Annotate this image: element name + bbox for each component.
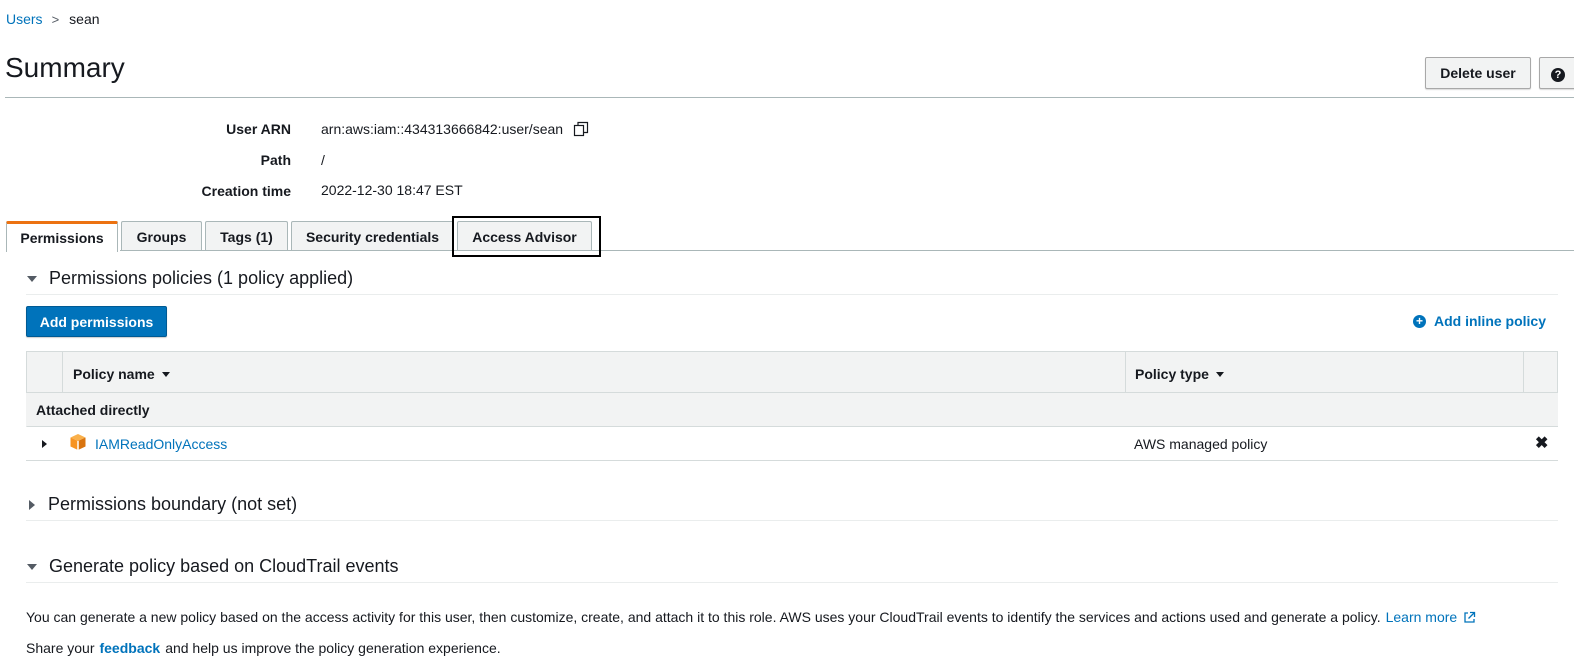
feedback-prefix: Share your: [26, 640, 95, 656]
column-divider: [1125, 352, 1126, 393]
tab-groups[interactable]: Groups: [121, 221, 202, 251]
add-permissions-button[interactable]: Add permissions: [26, 306, 167, 337]
external-link-icon[interactable]: [1463, 611, 1476, 624]
caret-down-icon: [27, 563, 37, 570]
help-icon: ?: [1551, 67, 1565, 82]
table-row: IAMReadOnlyAccess AWS managed policy ✖: [26, 427, 1558, 461]
learn-more-link[interactable]: Learn more: [1386, 609, 1458, 625]
feedback-link[interactable]: feedback: [99, 640, 160, 656]
access-advisor-highlight: [452, 216, 601, 257]
caret-right-icon: [29, 499, 35, 510]
column-policy-name[interactable]: Policy name: [73, 366, 170, 382]
user-arn-label: User ARN: [226, 121, 291, 137]
permissions-boundary-heading: Permissions boundary (not set): [48, 494, 298, 514]
caret-down-icon: [27, 275, 37, 282]
user-arn-value: arn:aws:iam::434313666842:user/sean: [321, 121, 564, 137]
feedback-suffix: and help us improve the policy generatio…: [165, 640, 501, 656]
remove-policy-icon[interactable]: ✖: [1535, 433, 1548, 453]
page-title: Summary: [5, 52, 125, 83]
tab-security-credentials[interactable]: Security credentials: [291, 221, 454, 251]
path-label: Path: [260, 152, 291, 168]
column-divider: [62, 352, 63, 393]
policy-name-link[interactable]: IAMReadOnlyAccess: [95, 436, 227, 452]
tab-permissions[interactable]: Permissions: [6, 221, 118, 252]
group-row-attached-directly: Attached directly: [26, 393, 1558, 427]
feedback-line: Share your feedback and help us improve …: [26, 640, 501, 656]
sort-caret-icon: [1215, 371, 1224, 377]
permissions-policies-heading: Permissions policies (1 policy applied): [49, 268, 354, 288]
section-divider: [26, 582, 1558, 583]
user-arn-row: arn:aws:iam::434313666842:user/sean: [321, 121, 589, 137]
plus-circle-icon: +: [1413, 314, 1426, 328]
creation-time-label: Creation time: [201, 183, 291, 199]
policies-table: Policy name Policy type Attached directl…: [26, 351, 1558, 461]
column-divider: [1523, 352, 1524, 393]
section-divider: [26, 294, 1558, 295]
permissions-boundary-toggle[interactable]: Permissions boundary (not set): [27, 494, 297, 515]
copy-icon[interactable]: [573, 121, 589, 137]
add-inline-policy-label: Add inline policy: [1434, 313, 1547, 329]
expand-row-icon[interactable]: [42, 440, 47, 448]
tab-tags[interactable]: Tags (1): [205, 221, 288, 251]
creation-time-value: 2022-12-30 18:47 EST: [321, 182, 463, 198]
permissions-policies-toggle[interactable]: Permissions policies (1 policy applied): [27, 268, 353, 289]
column-policy-type-label: Policy type: [1135, 366, 1209, 382]
generate-policy-text: You can generate a new policy based on t…: [26, 609, 1381, 625]
tab-strip-divider: [120, 250, 1574, 251]
add-inline-policy-link[interactable]: + Add inline policy: [1413, 313, 1546, 329]
header-divider: [5, 97, 1574, 98]
path-value: /: [321, 152, 325, 168]
delete-user-button[interactable]: Delete user: [1425, 57, 1531, 89]
column-policy-type[interactable]: Policy type: [1135, 366, 1224, 382]
generate-policy-heading: Generate policy based on CloudTrail even…: [49, 556, 399, 576]
generate-policy-toggle[interactable]: Generate policy based on CloudTrail even…: [27, 556, 399, 577]
table-header: Policy name Policy type: [26, 351, 1558, 393]
section-divider: [26, 520, 1558, 521]
breadcrumb: Users > sean: [6, 11, 100, 27]
policy-type-value: AWS managed policy: [1134, 436, 1268, 452]
column-policy-name-label: Policy name: [73, 366, 155, 382]
breadcrumb-current: sean: [69, 11, 100, 27]
sort-caret-icon: [161, 371, 170, 377]
breadcrumb-separator: >: [51, 11, 60, 27]
generate-policy-description: You can generate a new policy based on t…: [26, 609, 1476, 625]
breadcrumb-users-link[interactable]: Users: [6, 11, 43, 27]
help-button[interactable]: ?: [1539, 57, 1574, 89]
aws-managed-policy-icon: [70, 434, 86, 450]
